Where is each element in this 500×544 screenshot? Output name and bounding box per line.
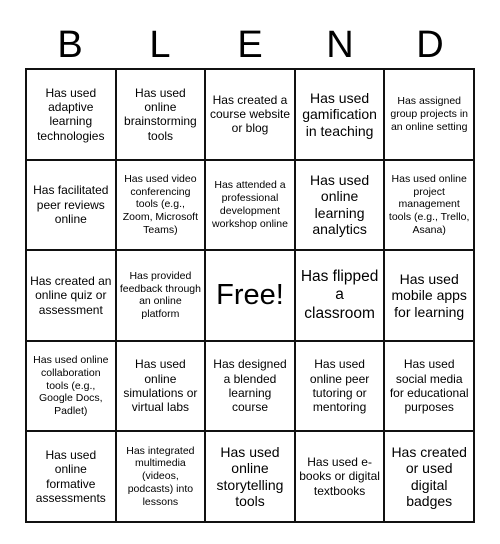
header-letter-l: L xyxy=(149,24,171,66)
bingo-cell-text: Has used online peer tutoring or mentori… xyxy=(309,357,370,415)
bingo-cell[interactable]: Has assigned group projects in an online… xyxy=(385,70,475,161)
bingo-cell-text: Has flipped a classroom xyxy=(300,268,379,322)
bingo-cell[interactable]: Has integrated multimedia (videos, podca… xyxy=(116,432,207,523)
bingo-cell[interactable]: Has used video conferencing tools (e.g.,… xyxy=(116,160,207,252)
bingo-cell[interactable]: Has used online learning analytics xyxy=(295,160,386,252)
bingo-cell-text: Has designed a blended learning course xyxy=(213,357,287,415)
bingo-cell-text: Has used online simulations or virtual l… xyxy=(123,357,198,415)
header-letter-b: B xyxy=(57,24,83,66)
bingo-cell[interactable]: Has designed a blended learning course xyxy=(206,341,296,433)
bingo-cell[interactable]: Has created or used digital badges xyxy=(385,432,475,523)
bingo-cell-text: Has used online brainstorming tools xyxy=(124,85,197,143)
bingo-cell[interactable]: Has used online formative assessments xyxy=(27,432,117,523)
header-letter-n: N xyxy=(326,24,354,66)
bingo-cell-text: Has created or used digital badges xyxy=(391,443,467,510)
bingo-cell[interactable]: Has used online project management tools… xyxy=(385,160,475,252)
bingo-cell-text: Has used online formative assessments xyxy=(35,447,106,506)
bingo-cell[interactable]: Has facilitated peer reviews online xyxy=(27,160,117,252)
bingo-cell-text: Has used gamification in teaching xyxy=(302,89,377,139)
bingo-cell[interactable]: Has used adaptive learning technologies xyxy=(27,70,117,161)
bingo-cell-text: Has created an online quiz or assessment xyxy=(30,273,112,317)
bingo-cell[interactable]: Has used online simulations or virtual l… xyxy=(116,341,207,433)
bingo-cell[interactable]: Has used gamification in teaching xyxy=(295,70,386,161)
bingo-cell-text: Has assigned group projects in an online… xyxy=(390,95,468,133)
bingo-cell[interactable]: Has created an online quiz or assessment xyxy=(27,251,117,342)
bingo-cell-text: Has used social media for educational pu… xyxy=(389,357,469,415)
bingo-card: B L E N D Has used adaptive learning tec… xyxy=(0,0,500,544)
bingo-cell[interactable]: Has created a course website or blog xyxy=(206,70,296,161)
header-letter-d: D xyxy=(416,24,444,66)
bingo-cell[interactable]: Has provided feedback through an online … xyxy=(116,251,207,342)
bingo-cell[interactable]: Has flipped a classroom xyxy=(295,251,386,342)
bingo-grid: Has used adaptive learning technologies H… xyxy=(25,68,475,523)
bingo-cell-text: Has used online storytelling tools xyxy=(216,443,284,510)
bingo-header: B L E N D xyxy=(25,22,475,68)
bingo-cell[interactable]: Has used online brainstorming tools xyxy=(116,70,207,161)
bingo-cell-text: Has facilitated peer reviews online xyxy=(33,183,109,227)
bingo-cell-free[interactable]: Free! xyxy=(206,251,296,342)
bingo-cell[interactable]: Has used mobile apps for learning xyxy=(385,251,475,342)
bingo-cell[interactable]: Has used online peer tutoring or mentori… xyxy=(295,341,386,433)
bingo-cell-text: Has used online collaboration tools (e.g… xyxy=(33,354,109,418)
bingo-cell-text: Has integrated multimedia (videos, podca… xyxy=(126,444,195,508)
bingo-cell-text: Has attended a professional development … xyxy=(212,179,288,230)
bingo-cell-text: Has used online project management tools… xyxy=(388,172,470,237)
bingo-cell-text: Has used online learning analytics xyxy=(310,171,370,238)
bingo-cell-text: Has provided feedback through an online … xyxy=(119,269,201,321)
bingo-cell-text: Has used adaptive learning technologies xyxy=(37,85,105,143)
bingo-cell-text: Has created a course website or blog xyxy=(209,92,291,136)
bingo-cell-text: Has used video conferencing tools (e.g.,… xyxy=(122,172,199,237)
bingo-cell[interactable]: Has used e-books or digital textbooks xyxy=(295,432,386,523)
header-letter-e: E xyxy=(237,24,263,66)
bingo-cell[interactable]: Has used online collaboration tools (e.g… xyxy=(27,341,117,433)
bingo-cell-text: Has used e-books or digital textbooks xyxy=(299,455,380,498)
bingo-cell[interactable]: Has used online storytelling tools xyxy=(206,432,296,523)
free-space-label: Free! xyxy=(216,278,284,311)
bingo-cell[interactable]: Has used social media for educational pu… xyxy=(385,341,475,433)
bingo-cell-text: Has used mobile apps for learning xyxy=(391,270,467,320)
bingo-cell[interactable]: Has attended a professional development … xyxy=(206,160,296,252)
